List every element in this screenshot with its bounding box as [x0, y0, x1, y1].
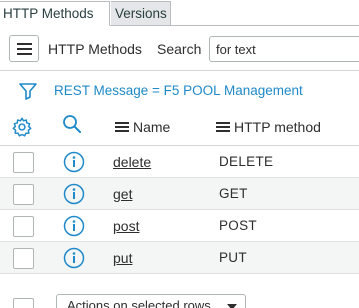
info-icon[interactable] [63, 183, 85, 205]
tab-versions[interactable]: Versions [111, 1, 171, 26]
row-checkbox[interactable] [13, 216, 34, 237]
table-row: get GET [0, 178, 359, 210]
gear-icon[interactable] [11, 116, 33, 138]
row-name-link[interactable]: post [113, 218, 139, 234]
info-icon[interactable] [63, 247, 85, 269]
list-footer: Actions on selected rows... [0, 285, 359, 308]
filter-breadcrumb: REST Message = F5 POOL Management [0, 72, 359, 110]
row-checkbox[interactable] [13, 184, 34, 205]
hamburger-icon [17, 43, 32, 45]
row-checkbox[interactable] [13, 248, 34, 269]
row-http-method: PUT [219, 250, 247, 265]
row-checkbox[interactable] [13, 152, 34, 173]
list-title: HTTP Methods [48, 41, 142, 57]
row-name-link[interactable]: get [113, 186, 132, 202]
column-menu-icon[interactable] [216, 122, 230, 133]
list-menu-button[interactable] [9, 35, 39, 62]
actions-select-label: Actions on selected rows... [67, 298, 222, 308]
search-label: Search [157, 41, 202, 57]
row-http-method: POST [219, 218, 257, 233]
column-header-http-method-label: HTTP method [234, 119, 321, 135]
actions-on-selected-rows-select[interactable]: Actions on selected rows... [56, 294, 246, 308]
column-menu-icon[interactable] [115, 122, 129, 133]
select-all-checkbox[interactable] [13, 298, 34, 308]
table-header: Name HTTP method [0, 110, 359, 146]
row-name-link[interactable]: delete [113, 154, 151, 170]
list-toolbar: HTTP Methods Search [0, 27, 359, 71]
info-icon[interactable] [63, 215, 85, 237]
table-row: put PUT [0, 242, 359, 274]
chevron-down-icon [227, 304, 237, 308]
tab-http-methods[interactable]: HTTP Methods (4) [0, 1, 110, 45]
filter-funnel-icon[interactable] [19, 82, 37, 100]
row-http-method: GET [219, 186, 248, 201]
table-row: delete DELETE [0, 146, 359, 178]
column-header-http-method[interactable]: HTTP method [216, 119, 321, 135]
search-input[interactable] [209, 36, 359, 62]
row-http-method: DELETE [219, 154, 274, 169]
related-list-tabs: HTTP Methods (4) Versions [0, 0, 359, 45]
row-name-link[interactable]: put [113, 250, 132, 266]
table-row: post POST [0, 210, 359, 242]
filter-condition-link[interactable]: REST Message = F5 POOL Management [54, 83, 303, 98]
search-icon[interactable] [62, 114, 82, 134]
info-icon[interactable] [63, 151, 85, 173]
column-header-name-label: Name [133, 119, 171, 135]
column-header-name[interactable]: Name [115, 119, 170, 135]
http-methods-table: Name HTTP method delete DELETE get GET p… [0, 110, 359, 274]
